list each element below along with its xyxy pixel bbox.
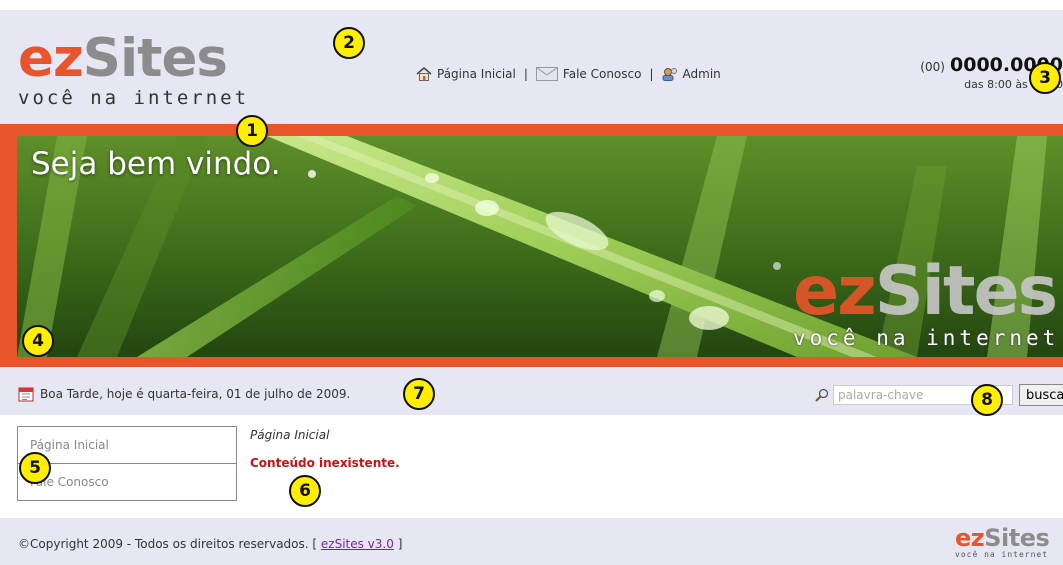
nav-contact-link[interactable]: Fale Conosco [535, 67, 642, 81]
logo-wordmark: ezSites [18, 32, 249, 85]
hero-banner: Seja bem vindo. ezSites você na internet [0, 124, 1063, 367]
footer-logo: ezSites você na internet [955, 524, 1050, 559]
footer-logo-sites: Sites [984, 524, 1050, 552]
banner-logo-wordmark: ezSites [793, 258, 1059, 326]
home-icon [416, 67, 432, 81]
calendar-icon [18, 387, 34, 402]
banner-logo-sites: Sites [874, 252, 1058, 331]
copyright-end: ] [397, 537, 403, 551]
admin-icon [662, 68, 677, 81]
logo-sites-text: Sites [82, 28, 228, 89]
banner-logo-ez: ez [793, 252, 877, 331]
top-navigation: Página Inicial | Fale Conosco | Admin [416, 67, 721, 81]
callout-marker-2: 2 [333, 27, 365, 59]
greeting-text: Boa Tarde, hoje é quarta-feira, 01 de ju… [40, 387, 351, 401]
phone-area-code: (00) [920, 60, 945, 74]
footer-logo-wordmark: ezSites [955, 524, 1050, 552]
callout-marker-5: 5 [19, 452, 51, 484]
content-error-message: Conteúdo inexistente. [250, 456, 400, 470]
site-header: ezSites você na internet Página Inicial … [0, 10, 1063, 124]
site-footer: ©Copyright 2009 - Todos os direitos rese… [0, 518, 1063, 565]
copyright-text: ©Copyright 2009 - Todos os direitos rese… [18, 537, 402, 551]
date-greeting: Boa Tarde, hoje é quarta-feira, 01 de ju… [18, 386, 350, 402]
footer-logo-tagline: você na internet [955, 550, 1049, 559]
breadcrumb: Página Inicial [250, 428, 330, 442]
search-icon [815, 388, 829, 402]
welcome-heading: Seja bem vindo. [31, 146, 281, 182]
nav-separator: | [523, 67, 528, 81]
nav-contact-label: Fale Conosco [562, 67, 642, 81]
info-bar: Boa Tarde, hoje é quarta-feira, 01 de ju… [0, 367, 1063, 415]
callout-marker-7: 7 [403, 378, 435, 410]
search-button[interactable]: buscar [1019, 384, 1063, 406]
version-link[interactable]: ezSites v3.0 [321, 537, 394, 551]
logo-ez-text: ez [18, 28, 84, 89]
callout-marker-3: 3 [1029, 62, 1061, 94]
logo-tagline: você na internet [18, 87, 250, 109]
nav-home-label: Página Inicial [437, 67, 516, 81]
copyright-label: ©Copyright 2009 - Todos os direitos rese… [18, 537, 318, 551]
footer-logo-ez: ez [955, 524, 985, 552]
side-menu-item-home[interactable]: Página Inicial [18, 427, 236, 464]
site-logo[interactable]: ezSites você na internet [18, 32, 249, 109]
nav-home-link[interactable]: Página Inicial [416, 67, 516, 81]
banner-logo: ezSites você na internet [793, 258, 1059, 351]
search-form: buscar [815, 384, 1063, 406]
nav-separator: | [649, 67, 654, 81]
envelope-icon [535, 67, 558, 81]
callout-marker-4: 4 [22, 325, 54, 357]
callout-marker-6: 6 [289, 475, 321, 507]
nav-admin-link[interactable]: Admin [662, 67, 721, 81]
callout-marker-1: 1 [236, 115, 268, 147]
callout-marker-8: 8 [971, 384, 1003, 416]
nav-admin-label: Admin [682, 67, 721, 81]
banner-image: Seja bem vindo. ezSites você na internet [17, 136, 1063, 357]
